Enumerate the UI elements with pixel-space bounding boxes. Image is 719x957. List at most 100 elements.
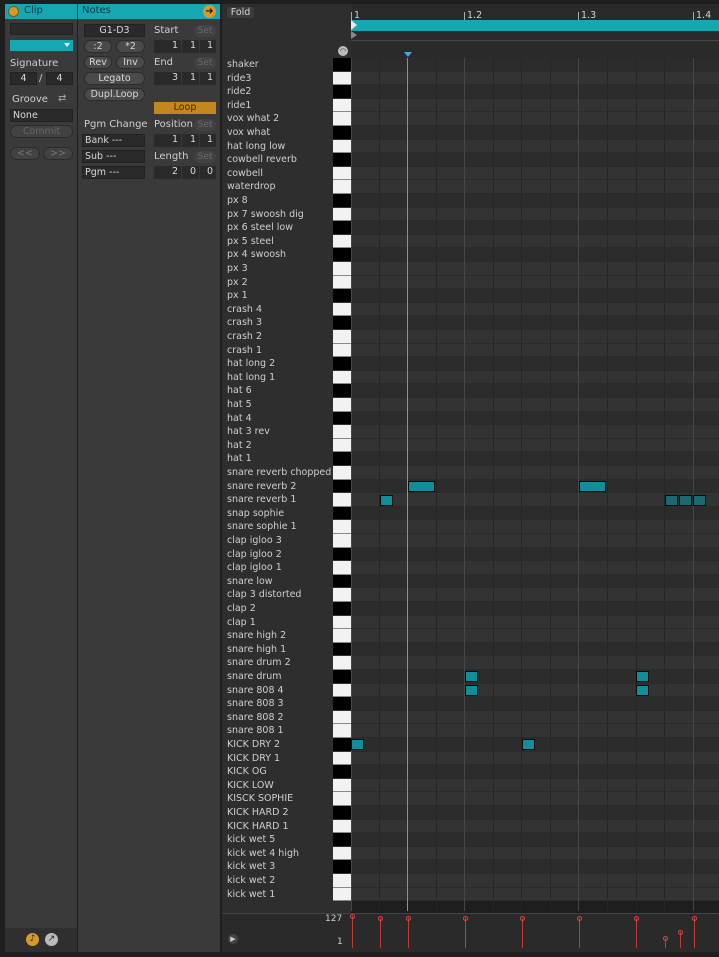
- piano-key-white[interactable]: [333, 819, 351, 834]
- piano-key-white[interactable]: [333, 330, 351, 344]
- piano-key-black[interactable]: [333, 860, 351, 874]
- nudge-forward-button[interactable]: >>: [43, 147, 73, 160]
- end-sixteenth[interactable]: 1: [200, 72, 216, 85]
- piano-key-white[interactable]: [333, 751, 351, 766]
- velocity-handle[interactable]: [350, 914, 355, 919]
- velocity-handle[interactable]: [577, 916, 582, 921]
- duplicate-loop-button[interactable]: Dupl.Loop: [84, 88, 145, 101]
- midi-note[interactable]: [351, 739, 364, 751]
- position-beat[interactable]: 1: [182, 134, 199, 147]
- piano-key-white[interactable]: [333, 588, 351, 602]
- fold-button[interactable]: Fold: [226, 6, 255, 19]
- velocity-handle[interactable]: [463, 916, 468, 921]
- velocity-handle[interactable]: [678, 930, 683, 935]
- reverse-button[interactable]: Rev: [84, 56, 112, 69]
- piano-key-white[interactable]: [333, 887, 351, 902]
- velocity-handle[interactable]: [634, 916, 639, 921]
- piano-key-white[interactable]: [333, 520, 351, 534]
- piano-key-white[interactable]: [333, 683, 351, 698]
- midi-note[interactable]: [579, 480, 606, 492]
- start-set-button[interactable]: Set: [194, 25, 216, 37]
- start-beat[interactable]: 1: [182, 40, 199, 53]
- groove-hot-swap-icon[interactable]: ⇄: [58, 94, 68, 104]
- length-sixteenths[interactable]: 0: [200, 166, 216, 179]
- piano-key-white[interactable]: [333, 343, 351, 358]
- piano-key-white[interactable]: [333, 180, 351, 194]
- piano-key-white[interactable]: [333, 724, 351, 738]
- piano-key-white[interactable]: [333, 275, 351, 290]
- piano-key-black[interactable]: [333, 194, 351, 208]
- expand-arrow-icon[interactable]: ➜: [203, 5, 216, 18]
- midi-note[interactable]: [679, 494, 692, 506]
- clip-activator-button[interactable]: [8, 6, 19, 17]
- note-range-field[interactable]: G1-D3: [84, 24, 145, 37]
- piano-key-black[interactable]: [333, 58, 351, 72]
- piano-key-white[interactable]: [333, 98, 351, 113]
- piano-key-white[interactable]: [333, 615, 351, 630]
- piano-key-white[interactable]: [333, 534, 351, 548]
- piano-key-black[interactable]: [333, 602, 351, 616]
- piano-key-black[interactable]: [333, 670, 351, 684]
- piano-key-black[interactable]: [333, 479, 351, 494]
- start-marker-icon[interactable]: [351, 20, 357, 30]
- piano-key-white[interactable]: [333, 112, 351, 126]
- commit-button[interactable]: Commit: [10, 125, 73, 138]
- piano-key-white[interactable]: [333, 656, 351, 670]
- end-beat[interactable]: 1: [182, 72, 199, 85]
- length-bars[interactable]: 2: [154, 166, 181, 179]
- position-set-button[interactable]: Set: [194, 119, 216, 131]
- piano-key-black[interactable]: [333, 452, 351, 466]
- piano-key-black[interactable]: [333, 738, 351, 752]
- piano-key-black[interactable]: [333, 357, 351, 371]
- start-bar[interactable]: 1: [154, 40, 181, 53]
- end-set-button[interactable]: Set: [194, 57, 216, 69]
- midi-note[interactable]: [380, 494, 393, 506]
- loop-toggle-button[interactable]: Loop: [154, 102, 216, 114]
- piano-key-white[interactable]: [333, 438, 351, 453]
- velocity-handle[interactable]: [663, 936, 668, 941]
- end-bar[interactable]: 3: [154, 72, 181, 85]
- piano-key-white[interactable]: [333, 493, 351, 507]
- program-field[interactable]: Pgm ---: [82, 166, 145, 179]
- piano-key-black[interactable]: [333, 806, 351, 820]
- midi-note[interactable]: [693, 494, 706, 506]
- piano-key-black[interactable]: [333, 833, 351, 847]
- velocity-handle[interactable]: [406, 916, 411, 921]
- piano-key-black[interactable]: [333, 697, 351, 711]
- note-icon[interactable]: ♪: [26, 933, 39, 946]
- playhead-marker-icon[interactable]: [404, 52, 412, 57]
- piano-key-white[interactable]: [333, 398, 351, 412]
- envelope-icon[interactable]: ↗: [45, 933, 58, 946]
- sub-bank-field[interactable]: Sub ---: [82, 150, 145, 163]
- piano-key-black[interactable]: [333, 384, 351, 398]
- position-bar[interactable]: 1: [154, 134, 181, 147]
- velocity-lane[interactable]: [222, 913, 719, 952]
- invert-button[interactable]: Inv: [116, 56, 145, 69]
- position-sixteenth[interactable]: 1: [200, 134, 216, 147]
- timeline-ruler[interactable]: [351, 4, 719, 58]
- piano-key-white[interactable]: [333, 425, 351, 439]
- piano-key-white[interactable]: [333, 846, 351, 861]
- velocity-stem[interactable]: [408, 918, 409, 948]
- midi-note[interactable]: [465, 684, 478, 696]
- signature-denominator[interactable]: 4: [46, 72, 73, 85]
- velocity-handle[interactable]: [378, 916, 383, 921]
- piano-key-black[interactable]: [333, 126, 351, 140]
- legato-button[interactable]: Legato: [84, 72, 145, 85]
- piano-key-white[interactable]: [333, 302, 351, 317]
- midi-note[interactable]: [465, 671, 478, 683]
- velocity-lane-toggle-icon[interactable]: ▶: [228, 934, 238, 944]
- length-beats[interactable]: 0: [182, 166, 199, 179]
- piano-key-white[interactable]: [333, 561, 351, 575]
- piano-key-black[interactable]: [333, 411, 351, 426]
- piano-key-black[interactable]: [333, 221, 351, 235]
- piano-key-black[interactable]: [333, 574, 351, 589]
- midi-note[interactable]: [636, 671, 649, 683]
- piano-key-white[interactable]: [333, 629, 351, 643]
- midi-note[interactable]: [665, 494, 678, 506]
- clip-name-field[interactable]: [10, 23, 73, 35]
- start-sixteenth[interactable]: 1: [200, 40, 216, 53]
- piano-key-white[interactable]: [333, 234, 351, 249]
- piano-key-white[interactable]: [333, 262, 351, 276]
- piano-key-black[interactable]: [333, 506, 351, 521]
